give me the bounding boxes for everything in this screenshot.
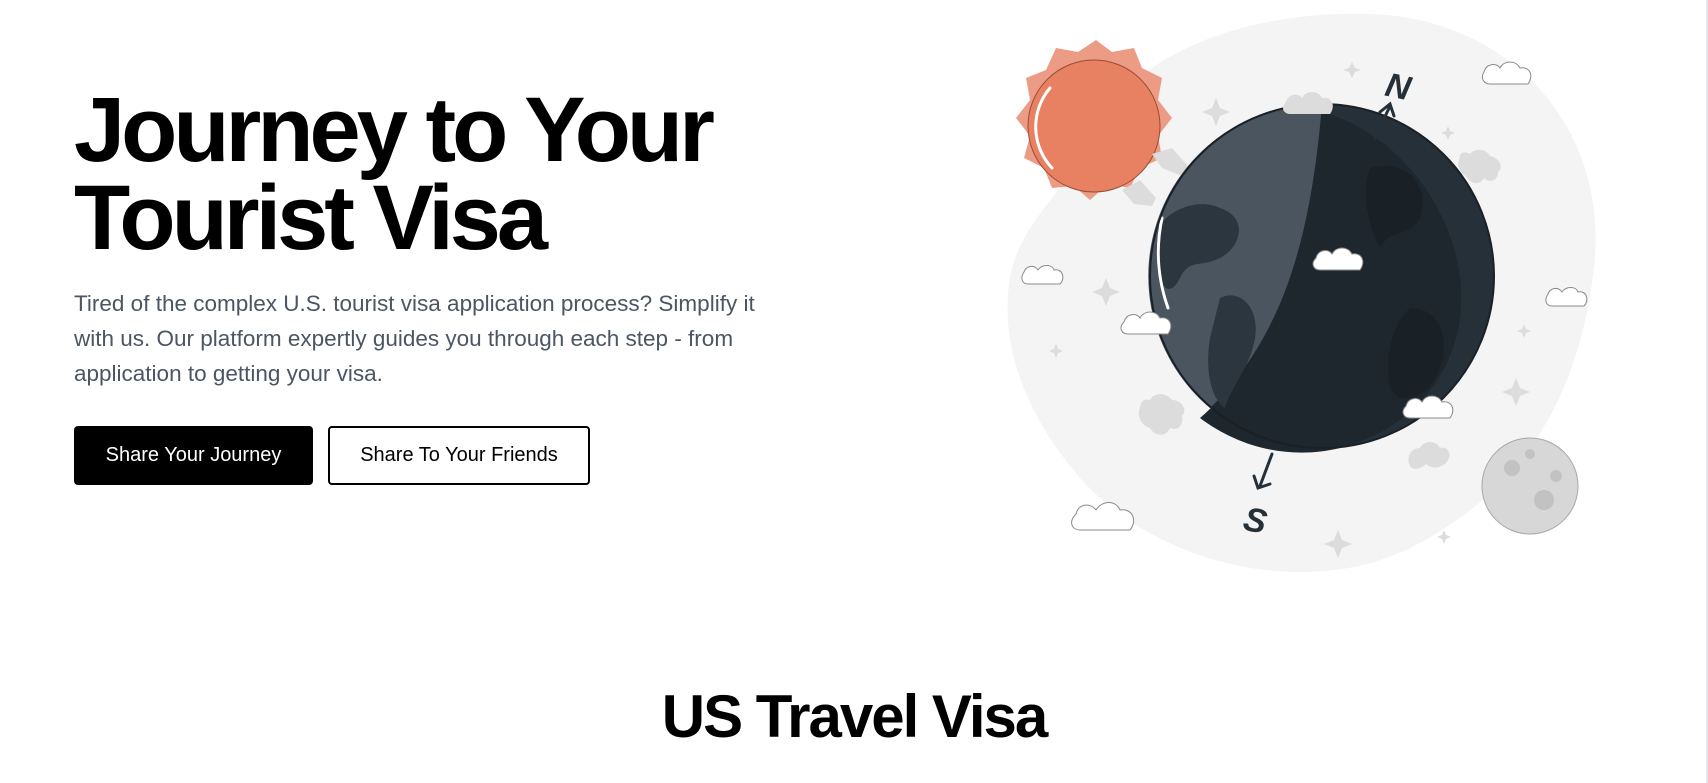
globe-illustration: N S: [1007, 13, 1596, 573]
moon-icon: [1481, 437, 1579, 535]
share-to-friends-button[interactable]: Share To Your Friends: [328, 426, 590, 485]
section-title: US Travel Visa: [661, 683, 1049, 750]
hero-section: Journey to Your Tourist Visa Tired of th…: [74, 79, 814, 391]
hero-title-line-1: Journey to Your: [74, 79, 715, 181]
hero-description: Tired of the complex U.S. tourist visa a…: [74, 291, 755, 386]
hero-title: Journey to Your Tourist Visa: [74, 79, 814, 269]
hero-title-line-2: Tourist Visa: [74, 167, 548, 269]
share-your-journey-button[interactable]: Share Your Journey: [74, 426, 313, 485]
hero-button-group: Share Your Journey Share To Your Friends: [74, 426, 590, 485]
